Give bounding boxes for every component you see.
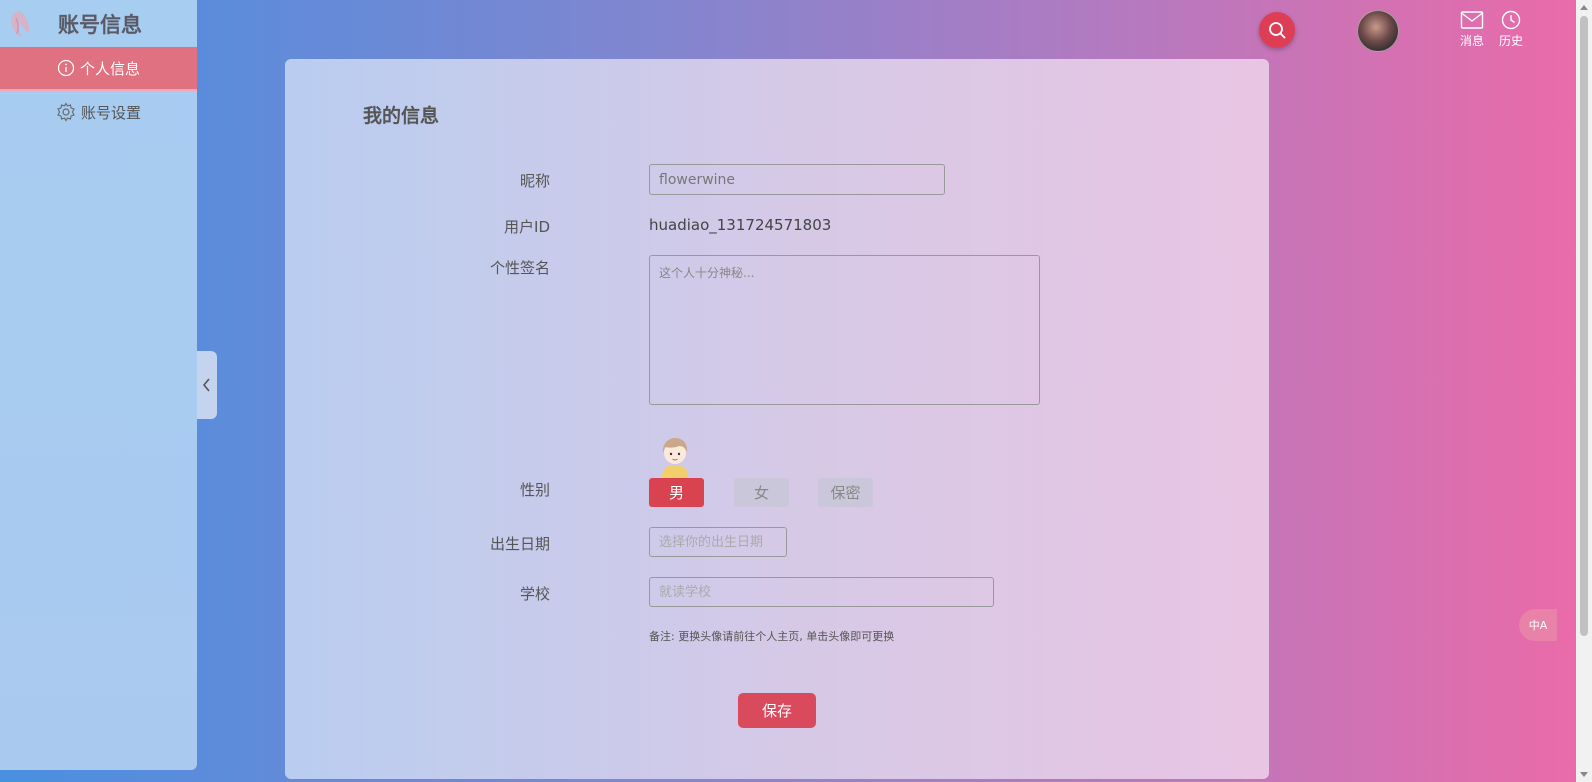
search-button[interactable] xyxy=(1259,12,1295,48)
userid-label: 用户ID xyxy=(504,218,550,236)
messages-link[interactable]: 消息 xyxy=(1456,10,1488,49)
gender-label: 性别 xyxy=(519,481,550,499)
gender-avatar-icon xyxy=(662,438,688,477)
page-title: 我的信息 xyxy=(363,105,440,127)
gender-male-button[interactable]: 男 xyxy=(649,478,704,507)
translate-button[interactable]: 中A xyxy=(1519,609,1557,641)
school-input[interactable] xyxy=(649,577,994,607)
profile-card: 我的信息 昵称 用户ID huadiao_131724571803 个性签名 性… xyxy=(285,59,1269,779)
info-icon xyxy=(57,59,75,77)
scroll-thumb[interactable] xyxy=(1580,16,1588,636)
school-label: 学校 xyxy=(519,585,550,603)
sidebar: 账号信息 个人信息 账号设置 xyxy=(0,0,197,770)
scroll-down-arrow[interactable] xyxy=(1580,772,1588,777)
birth-date-input[interactable] xyxy=(649,527,787,557)
search-icon xyxy=(1269,22,1286,39)
sidebar-collapse-button[interactable] xyxy=(197,351,217,419)
mail-icon xyxy=(1460,11,1484,29)
signature-label: 个性签名 xyxy=(489,259,550,277)
history-label: 历史 xyxy=(1498,34,1523,48)
avatar-note: 备注: 更换头像请前往个人主页, 单击头像即可更换 xyxy=(649,630,895,643)
sidebar-item-label: 个人信息 xyxy=(79,59,140,78)
messages-label: 消息 xyxy=(1459,34,1484,48)
save-button[interactable]: 保存 xyxy=(738,693,816,728)
logo-icon xyxy=(11,11,30,37)
clock-icon xyxy=(1501,10,1521,30)
sidebar-item-account-settings[interactable]: 账号设置 xyxy=(0,91,197,133)
userid-value: huadiao_131724571803 xyxy=(649,216,832,234)
gender-secret-button[interactable]: 保密 xyxy=(818,478,873,507)
user-avatar[interactable] xyxy=(1357,10,1399,52)
nickname-label: 昵称 xyxy=(519,172,550,190)
scroll-up-arrow[interactable] xyxy=(1580,5,1588,10)
birth-label: 出生日期 xyxy=(489,535,550,553)
gear-icon xyxy=(56,102,76,122)
signature-textarea[interactable] xyxy=(649,255,1040,405)
chevron-left-icon xyxy=(202,378,210,392)
page-scrollbar[interactable] xyxy=(1576,0,1592,782)
sidebar-item-personal-info[interactable]: 个人信息 xyxy=(0,47,197,91)
gender-female-button[interactable]: 女 xyxy=(734,478,789,507)
history-link[interactable]: 历史 xyxy=(1495,10,1527,49)
sidebar-item-label: 账号设置 xyxy=(80,103,141,122)
translate-icon: 中A xyxy=(1528,619,1548,632)
sidebar-title: 账号信息 xyxy=(58,13,142,37)
nickname-input[interactable] xyxy=(649,164,945,195)
